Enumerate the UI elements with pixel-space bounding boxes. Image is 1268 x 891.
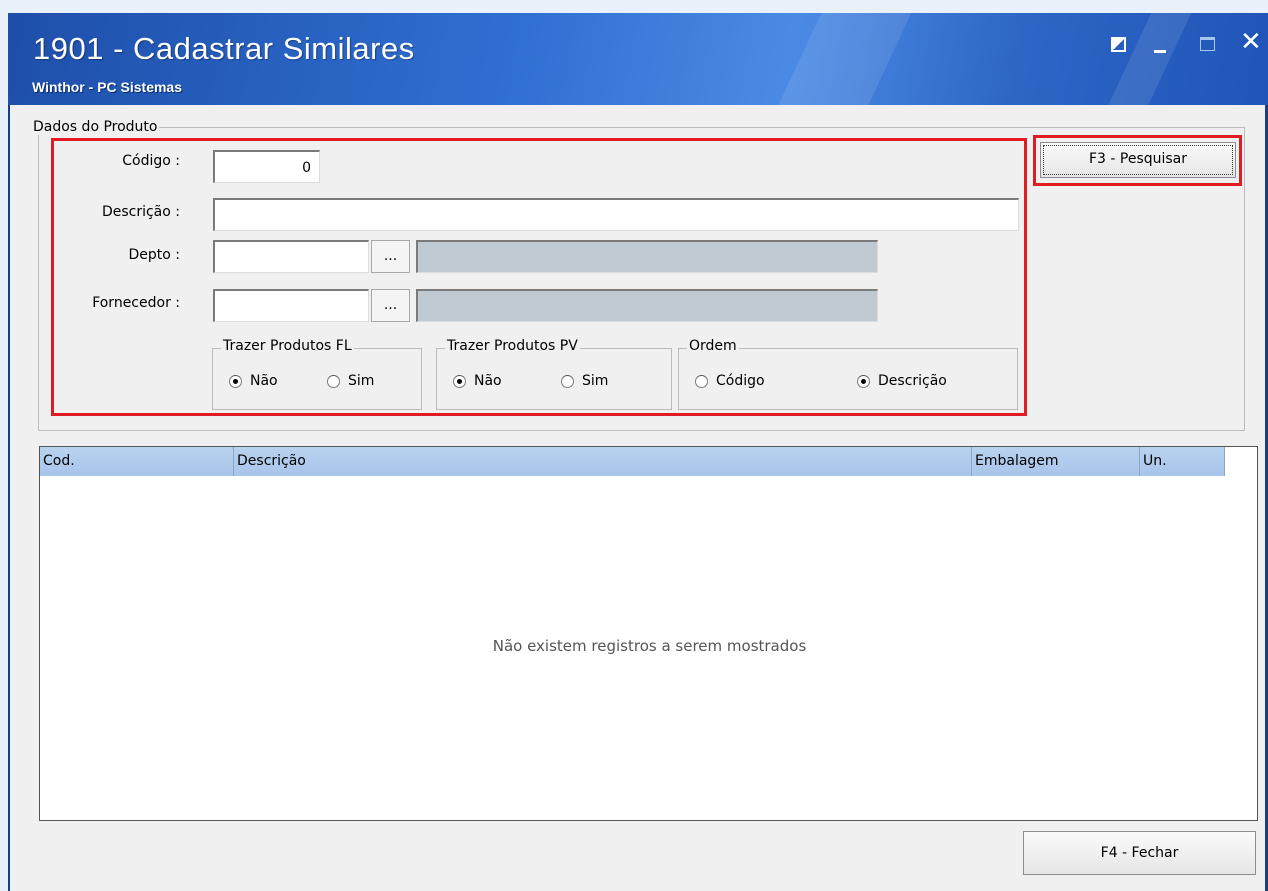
grid-empty-message: Não existem registros a serem mostrados <box>492 637 807 655</box>
fl-sim-label: Sim <box>348 373 375 389</box>
descricao-input[interactable] <box>213 198 1019 231</box>
ordem-group: Ordem Código Descrição <box>678 338 1018 410</box>
codigo-input[interactable]: 0 <box>213 150 320 183</box>
fl-sim-radio[interactable]: Sim <box>327 373 374 389</box>
window-subtitle: Winthor - PC Sistemas <box>32 79 183 95</box>
codigo-label: Código : <box>122 153 180 169</box>
ordem-caption: Ordem <box>687 338 739 354</box>
fl-nao-label: Não <box>250 373 278 389</box>
radio-unselected-icon[interactable] <box>561 374 574 388</box>
fornecedor-description-field <box>416 289 878 322</box>
radio-unselected-icon[interactable] <box>327 374 340 388</box>
ordem-codigo-label: Código <box>716 373 765 389</box>
column-header-embalagem[interactable]: Embalagem <box>972 447 1140 476</box>
ordem-descricao-radio[interactable]: Descrição <box>857 373 947 389</box>
window-title: 1901 - Cadastrar Similares <box>33 31 415 66</box>
depto-code-input[interactable] <box>213 240 369 273</box>
trazer-produtos-pv-caption: Trazer Produtos PV <box>445 338 580 354</box>
pv-sim-label: Sim <box>582 373 609 389</box>
grid-header: Cod. Descrição Embalagem Un. <box>40 447 1225 476</box>
close-icon[interactable]: ✕ <box>1240 29 1262 55</box>
pv-nao-radio[interactable]: Não <box>453 373 502 389</box>
descricao-label: Descrição : <box>101 204 180 220</box>
pesquisar-button[interactable]: F3 - Pesquisar <box>1040 142 1236 178</box>
fl-nao-radio[interactable]: Não <box>229 373 278 389</box>
title-bar[interactable]: 1901 - Cadastrar Similares Winthor - PC … <box>8 13 1268 105</box>
maximize-icon[interactable] <box>1198 35 1220 57</box>
app-window: 1901 - Cadastrar Similares Winthor - PC … <box>8 13 1268 891</box>
column-header-un[interactable]: Un. <box>1140 447 1225 476</box>
radio-selected-icon[interactable] <box>453 374 466 388</box>
minimize-icon[interactable] <box>1151 35 1173 57</box>
radio-unselected-icon[interactable] <box>695 374 708 388</box>
fornecedor-label: Fornecedor : <box>92 295 180 311</box>
trazer-produtos-pv-group: Trazer Produtos PV Não Sim <box>436 338 672 410</box>
results-grid[interactable]: Cod. Descrição Embalagem Un. Não existem… <box>39 446 1258 821</box>
ordem-descricao-label: Descrição <box>878 373 947 389</box>
radio-selected-icon[interactable] <box>229 374 242 388</box>
column-header-cod[interactable]: Cod. <box>40 447 234 476</box>
depto-description-field <box>416 240 878 273</box>
radio-selected-icon[interactable] <box>857 374 870 388</box>
depto-lookup-button[interactable]: ... <box>371 240 410 273</box>
trazer-produtos-fl-group: Trazer Produtos FL Não Sim <box>212 338 422 410</box>
dados-produto-legend: Dados do Produto <box>33 119 158 135</box>
trazer-produtos-fl-caption: Trazer Produtos FL <box>221 338 354 354</box>
pv-nao-label: Não <box>474 373 502 389</box>
window-client-area: Dados do Produto Código : 0 Descrição : … <box>10 105 1265 891</box>
restore-icon[interactable] <box>1109 35 1131 57</box>
fornecedor-code-input[interactable] <box>213 289 369 322</box>
depto-label: Depto : <box>128 247 180 263</box>
pv-sim-radio[interactable]: Sim <box>561 373 608 389</box>
ordem-codigo-radio[interactable]: Código <box>695 373 765 389</box>
fechar-button[interactable]: F4 - Fechar <box>1023 831 1256 875</box>
fornecedor-lookup-button[interactable]: ... <box>371 289 410 322</box>
column-header-descricao[interactable]: Descrição <box>234 447 972 476</box>
